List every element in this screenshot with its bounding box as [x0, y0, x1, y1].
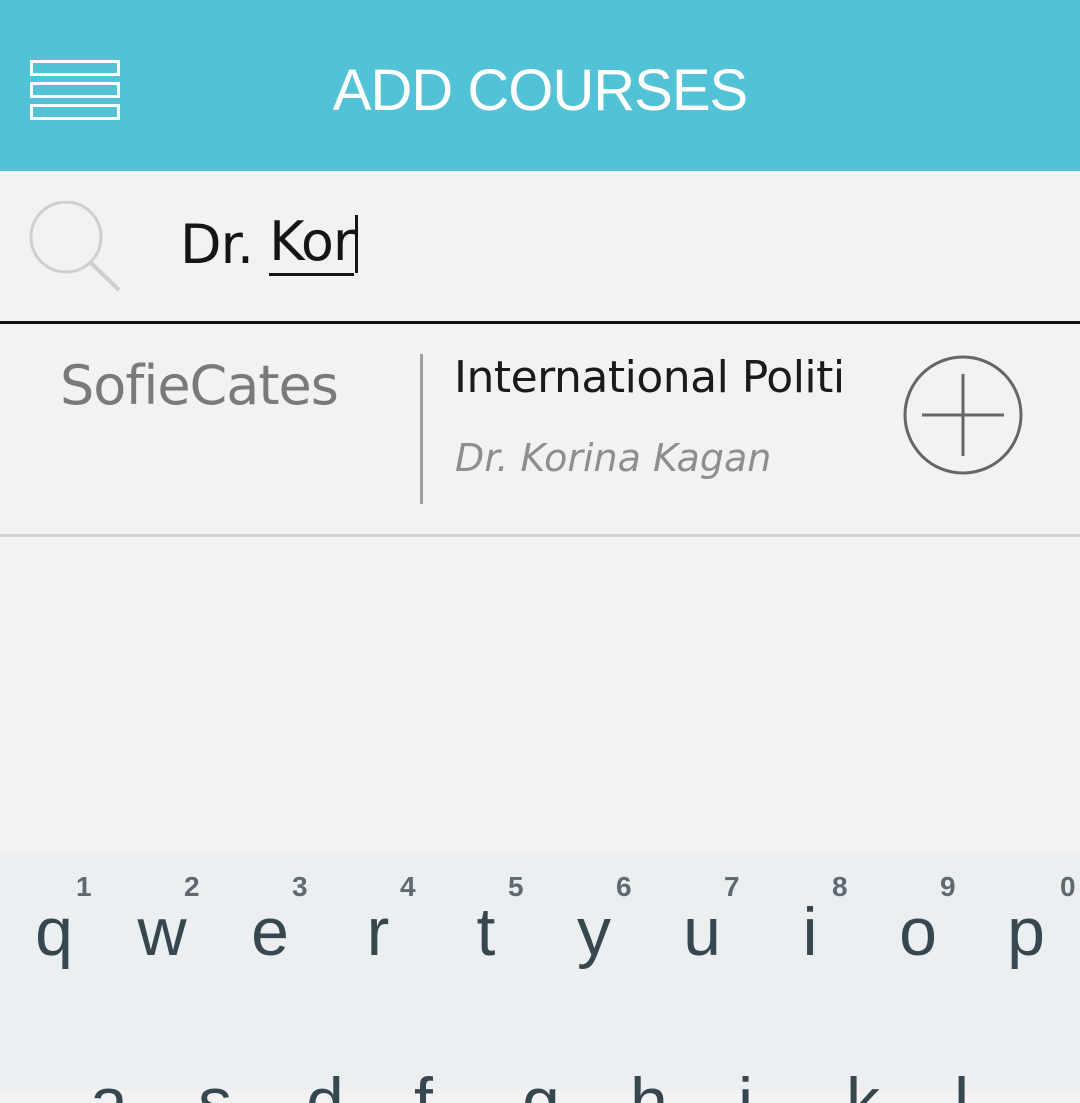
course-title: International Politi	[454, 352, 845, 403]
key-letter: w	[137, 894, 187, 970]
key-h[interactable]: h	[630, 1073, 668, 1103]
key-letter: t	[476, 894, 496, 970]
text-caret	[355, 215, 359, 273]
key-u[interactable]: 7u	[648, 853, 756, 1003]
key-o[interactable]: 9o	[864, 853, 972, 1003]
key-i[interactable]: 8i	[756, 853, 864, 1003]
key-g[interactable]: g	[522, 1073, 560, 1103]
keyboard-row-2: asdfghjkl	[0, 1073, 1080, 1103]
key-s[interactable]: s	[198, 1073, 232, 1103]
add-circle-icon[interactable]	[902, 354, 1024, 476]
key-f[interactable]: f	[414, 1073, 433, 1103]
key-letter: e	[251, 894, 289, 970]
key-letter: y	[577, 894, 611, 970]
key-e[interactable]: 3e	[216, 853, 324, 1003]
key-t[interactable]: 5t	[432, 853, 540, 1003]
search-bar: Dr. Kor	[0, 171, 1080, 324]
row-divider	[420, 354, 423, 504]
page-title: ADD COURSES	[332, 58, 748, 123]
key-q[interactable]: 1q	[0, 853, 108, 1003]
soft-keyboard: 1q2w3e4r5t6y7u8i9o0p a s d f g h j k l	[0, 853, 1080, 1103]
course-result-row[interactable]: SofieCates International Politi Dr. Kori…	[0, 324, 1080, 537]
key-k[interactable]: k	[846, 1073, 880, 1103]
key-letter: q	[35, 894, 73, 970]
key-d[interactable]: d	[306, 1073, 344, 1103]
search-icon	[29, 201, 121, 292]
course-teacher: Dr. Korina Kagan	[455, 436, 772, 480]
key-letter: u	[683, 894, 721, 970]
key-letter: i	[802, 894, 818, 970]
key-letter: o	[899, 894, 937, 970]
key-y[interactable]: 6y	[540, 853, 648, 1003]
key-a[interactable]: a	[90, 1073, 128, 1103]
key-letter: p	[1007, 894, 1045, 970]
key-w[interactable]: 2w	[108, 853, 216, 1003]
key-l[interactable]: l	[954, 1073, 969, 1103]
app-header: ADD COURSES	[0, 0, 1080, 171]
key-p[interactable]: 0p	[972, 853, 1080, 1003]
search-input-typed-text: Dr.	[180, 212, 270, 276]
course-author: SofieCates	[60, 354, 339, 417]
search-input[interactable]: Dr. Kor	[180, 209, 359, 279]
key-j[interactable]: j	[738, 1073, 753, 1103]
key-letter: r	[366, 894, 390, 970]
key-r[interactable]: 4r	[324, 853, 432, 1003]
search-input-composing-text: Kor	[269, 212, 355, 276]
